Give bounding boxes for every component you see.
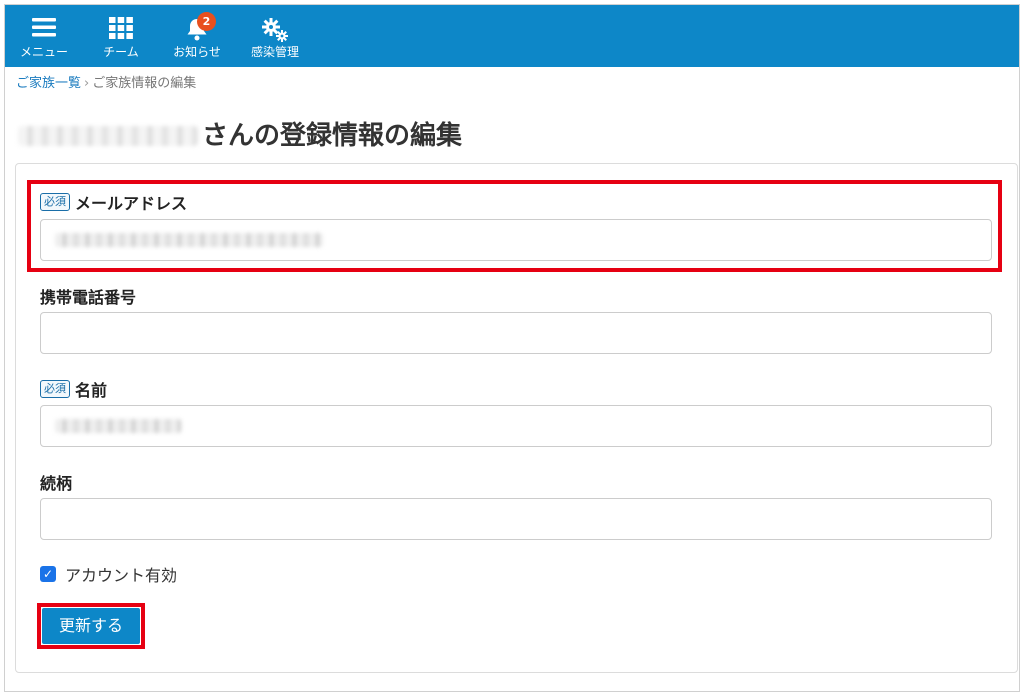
- redacted-name-value: [55, 419, 181, 433]
- page-title-row: さんの登録情報の編集: [18, 120, 462, 152]
- grid-icon: [109, 17, 133, 43]
- top-navigation-bar: メニュー チーム 2 お知らせ 感染管理: [5, 5, 1019, 67]
- phone-field[interactable]: [40, 312, 992, 354]
- required-tag: 必須: [40, 193, 70, 211]
- nav-menu-label: メニュー: [19, 45, 68, 59]
- relation-label: 続柄: [40, 474, 73, 493]
- redacted-email-value: [55, 233, 323, 247]
- email-label-row: 必須 メールアドレス: [40, 190, 187, 214]
- nav-infection-management[interactable]: 感染管理: [247, 5, 303, 67]
- relation-label-row: 続柄: [40, 470, 72, 494]
- relation-field[interactable]: [40, 498, 992, 540]
- breadcrumb-current: ご家族情報の編集: [92, 76, 197, 91]
- account-active-label: アカウント有効: [65, 566, 178, 585]
- redacted-family-name: [18, 126, 198, 146]
- breadcrumb-family-list-link[interactable]: ご家族一覧: [16, 76, 81, 91]
- breadcrumb: ご家族一覧 › ご家族情報の編集: [16, 76, 196, 92]
- hamburger-icon: [32, 17, 56, 41]
- nav-notice-label: お知らせ: [173, 45, 221, 59]
- notice-badge: 2: [197, 12, 216, 31]
- page-title: さんの登録情報の編集: [202, 121, 463, 151]
- phone-label-row: 携帯電話番号: [40, 284, 136, 308]
- bell-icon: 2: [185, 12, 216, 45]
- name-label: 名前: [75, 381, 108, 400]
- name-label-row: 必須 名前: [40, 377, 107, 401]
- nav-notice[interactable]: 2 お知らせ: [165, 5, 229, 67]
- nav-menu[interactable]: メニュー: [13, 5, 75, 67]
- gears-icon: [261, 17, 289, 47]
- email-label: メールアドレス: [75, 194, 188, 213]
- required-tag: 必須: [40, 380, 70, 398]
- nav-team-label: チーム: [103, 45, 139, 59]
- update-button[interactable]: 更新する: [42, 608, 140, 644]
- nav-team[interactable]: チーム: [93, 5, 149, 67]
- email-field[interactable]: [40, 219, 992, 261]
- phone-label: 携帯電話番号: [40, 288, 137, 307]
- account-active-row: ✓ アカウント有効: [40, 562, 177, 586]
- nav-infection-label: 感染管理: [250, 45, 299, 59]
- breadcrumb-separator: ›: [84, 76, 90, 91]
- account-active-checkbox[interactable]: ✓: [40, 566, 56, 582]
- name-field[interactable]: [40, 405, 992, 447]
